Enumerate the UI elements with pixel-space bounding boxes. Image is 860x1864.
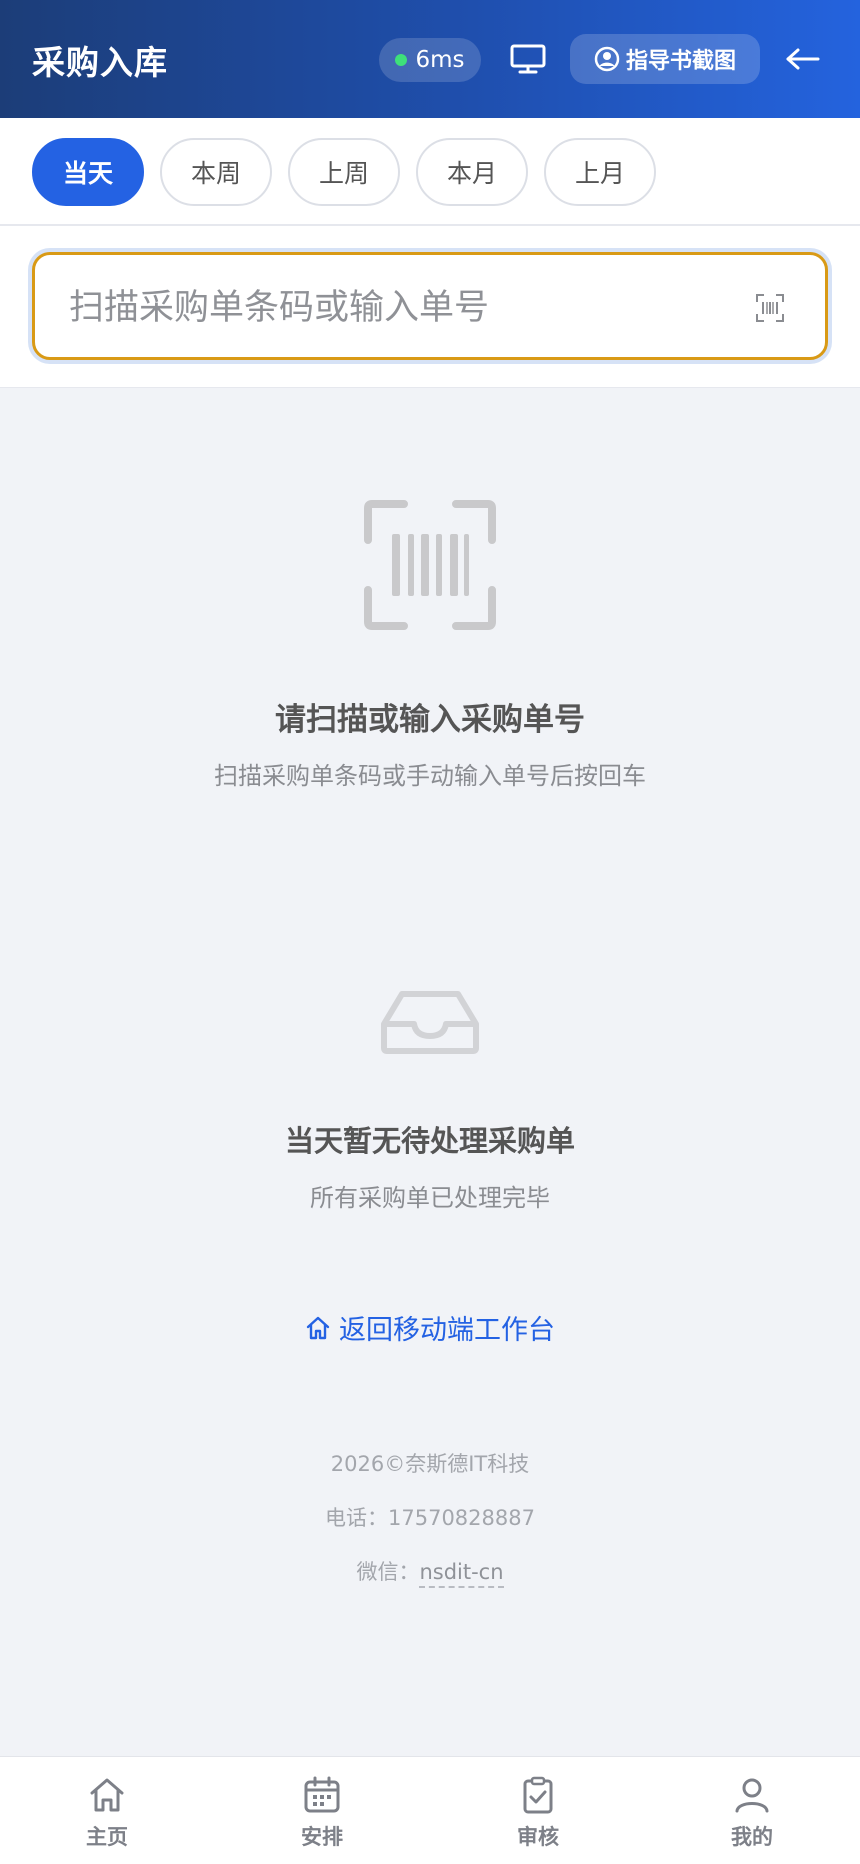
- nav-mine-label: 我的: [731, 1825, 773, 1849]
- page-title: 采购入库: [32, 43, 168, 82]
- home-icon: [90, 1778, 124, 1812]
- bottom-nav: 主页 安排 审核 我的: [0, 1756, 860, 1864]
- filter-this-week[interactable]: 本周: [160, 138, 272, 206]
- user-icon: [735, 1778, 769, 1813]
- nav-schedule-label: 安排: [301, 1825, 343, 1849]
- scan-prompt-subtitle: 扫描采购单条码或手动输入单号后按回车: [214, 762, 646, 790]
- monitor-button[interactable]: [508, 40, 548, 78]
- latency-value: 6ms: [415, 47, 465, 73]
- nav-home[interactable]: 主页: [47, 1775, 167, 1859]
- calendar-icon: [304, 1776, 340, 1813]
- wechat-id[interactable]: nsdit-cn: [419, 1560, 504, 1588]
- guide-button-label: 指导书截图: [625, 49, 736, 74]
- search-box: [32, 252, 828, 360]
- barcode-scan-icon: [756, 294, 784, 322]
- return-workbench-link[interactable]: 返回移动端工作台: [0, 1308, 860, 1347]
- status-dot-icon: [395, 54, 408, 66]
- scan-prompt-title: 请扫描或输入采购单号: [275, 702, 585, 738]
- nav-review-label: 审核: [517, 1825, 559, 1849]
- monitor-icon: [510, 44, 546, 74]
- phone-label: 电话：: [325, 1506, 388, 1530]
- scan-button[interactable]: [755, 293, 785, 323]
- user-circle-icon: [594, 46, 620, 72]
- nav-review[interactable]: 审核: [478, 1775, 598, 1859]
- filter-last-month[interactable]: 上月: [544, 138, 656, 206]
- phone-number[interactable]: 17570828887: [388, 1506, 535, 1530]
- barcode-placeholder-icon: [364, 500, 496, 630]
- date-filter-bar: 当天 本周 上周 本月 上月: [0, 118, 860, 226]
- inbox-icon: [381, 991, 479, 1054]
- order-number-input[interactable]: [67, 279, 711, 337]
- wechat-line: 微信：nsdit-cn: [0, 1556, 860, 1588]
- filter-this-month[interactable]: 本月: [416, 138, 528, 206]
- filter-last-week[interactable]: 上周: [288, 138, 400, 206]
- return-link-label: 返回移动端工作台: [339, 1315, 555, 1346]
- nav-schedule[interactable]: 安排: [262, 1775, 382, 1859]
- wechat-label: 微信：: [356, 1560, 420, 1584]
- empty-state-subtitle: 所有采购单已处理完毕: [310, 1184, 550, 1212]
- phone-line: 电话：17570828887: [0, 1502, 860, 1532]
- nav-home-label: 主页: [86, 1825, 128, 1849]
- filter-today[interactable]: 当天: [32, 138, 144, 206]
- latency-badge: 6ms: [379, 38, 481, 82]
- app-header: 采购入库 6ms 指导书截图: [0, 0, 860, 118]
- clipboard-check-icon: [523, 1776, 553, 1814]
- nav-mine[interactable]: 我的: [692, 1775, 812, 1859]
- guide-screenshot-button[interactable]: 指导书截图: [570, 34, 760, 84]
- home-icon: [306, 1316, 330, 1339]
- copyright: 2026©奈斯德IT科技: [330, 1452, 530, 1476]
- search-section: [0, 226, 860, 388]
- empty-state-title: 当天暂无待处理采购单: [284, 1124, 575, 1158]
- arrow-left-icon: [786, 48, 820, 70]
- back-button[interactable]: [782, 40, 824, 78]
